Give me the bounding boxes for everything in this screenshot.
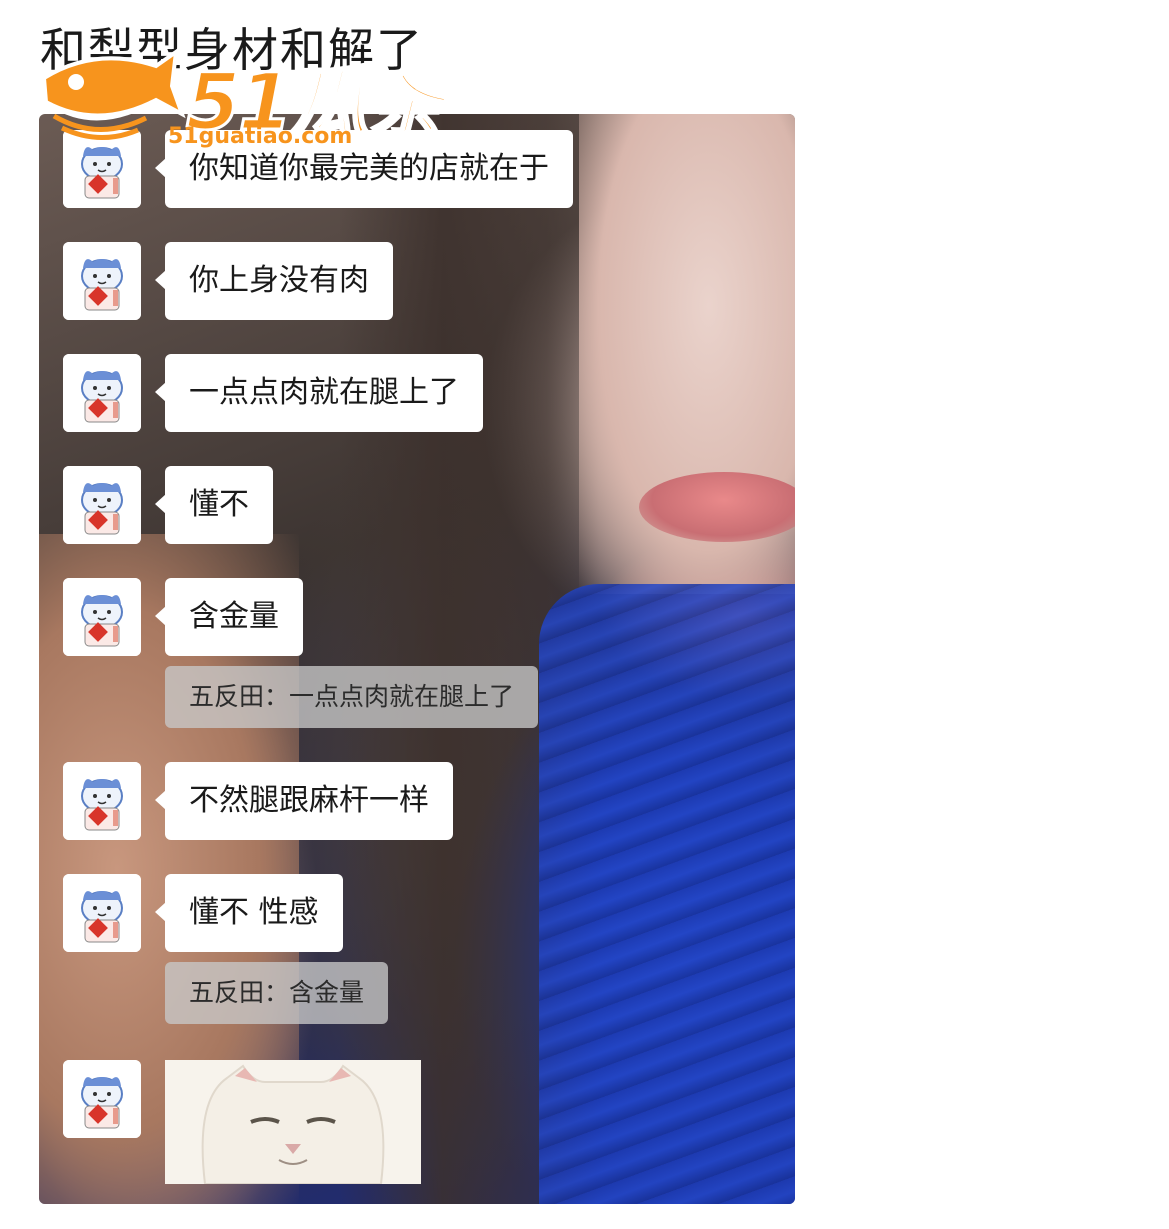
cat-avatar-icon	[63, 242, 141, 320]
avatar[interactable]	[63, 354, 141, 432]
avatar[interactable]	[63, 874, 141, 952]
quoted-reply[interactable]: 五反田：一点点肉就在腿上了	[165, 666, 539, 728]
message-bubble[interactable]: 你上身没有肉	[155, 242, 393, 320]
smug-white-cat-sticker-icon[interactable]	[165, 1060, 421, 1184]
cat-avatar-icon	[63, 874, 141, 952]
cat-avatar-icon	[63, 578, 141, 656]
avatar[interactable]	[63, 762, 141, 840]
avatar[interactable]	[63, 578, 141, 656]
avatar[interactable]	[63, 466, 141, 544]
cat-avatar-icon	[63, 762, 141, 840]
message-bubble[interactable]: 一点点肉就在腿上了	[155, 354, 483, 432]
message-bubble[interactable]: 懂不 性感	[155, 874, 343, 952]
watermark-logo: 51瓜条 51guatiao.com	[36, 38, 456, 158]
message-bubble[interactable]: 懂不	[155, 466, 273, 544]
avatar[interactable]	[63, 1060, 141, 1138]
message-bubble[interactable]: 含金量	[155, 578, 303, 656]
chat-screenshot: 你知道你最完美的店就在于 你上身没有肉 一点点肉就在腿上了 懂不 含金量 五反田…	[39, 114, 795, 1204]
background-photo-scarf	[539, 584, 795, 1204]
cat-avatar-icon	[63, 1060, 141, 1138]
watermark-url-text: 51guatiao.com	[168, 124, 353, 149]
quoted-reply[interactable]: 五反田：含金量	[165, 962, 389, 1024]
fish-logo-icon	[41, 47, 186, 141]
cat-avatar-icon	[63, 466, 141, 544]
message-bubble[interactable]: 不然腿跟麻杆一样	[155, 762, 453, 840]
cat-avatar-icon	[63, 354, 141, 432]
avatar[interactable]	[63, 242, 141, 320]
background-photo-lips	[639, 472, 795, 542]
